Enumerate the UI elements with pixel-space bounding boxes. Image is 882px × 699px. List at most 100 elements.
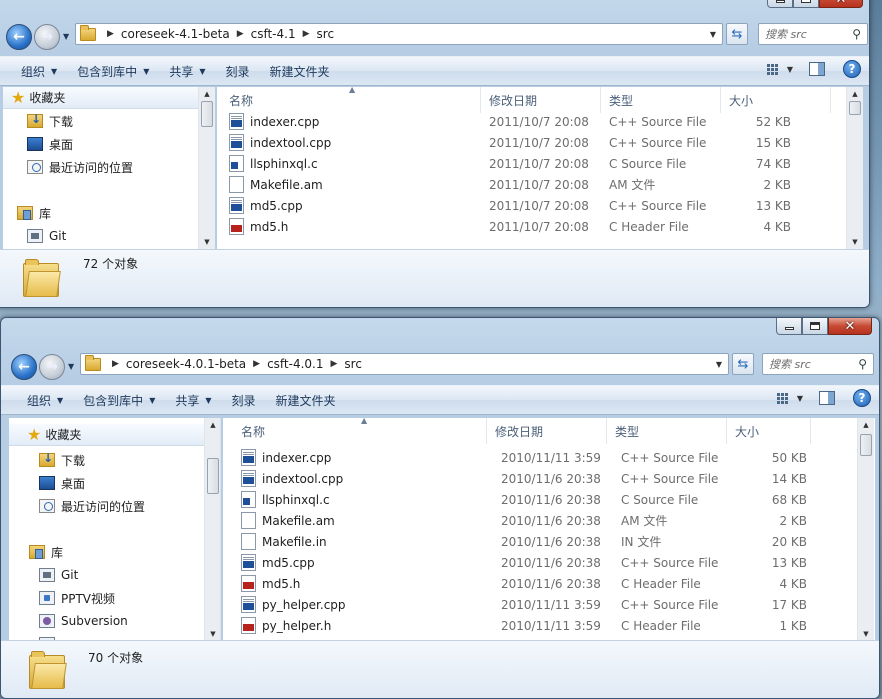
column-header-date[interactable]: 修改日期 <box>481 87 601 113</box>
file-row[interactable]: indextool.cpp 2010/11/6 20:38 C++ Source F… <box>223 468 843 489</box>
breadcrumb-separator[interactable]: ▶ <box>331 359 338 369</box>
column-header-name[interactable]: 名称 <box>223 418 487 444</box>
scroll-down-arrow[interactable]: ▼ <box>847 235 863 249</box>
address-bar[interactable]: ▶ coreseek-4.1-beta ▶ csft-4.1 ▶ src ▼ <box>75 23 723 45</box>
nav-scrollbar[interactable]: ▲ ▼ <box>204 418 220 641</box>
file-name[interactable]: md5.h <box>241 575 300 592</box>
file-row[interactable]: Makefile.am 2011/10/7 20:08 AM 文件 2 KB <box>217 174 837 195</box>
file-name[interactable]: md5.cpp <box>241 554 315 571</box>
close-button[interactable]: ✕ <box>819 0 863 8</box>
organize-menu[interactable]: 组织 ▼ <box>11 63 67 80</box>
file-name[interactable]: llsphinxql.c <box>241 491 330 508</box>
column-header-date[interactable]: 修改日期 <box>487 418 607 444</box>
change-view-icon[interactable] <box>766 63 781 75</box>
file-row[interactable]: md5.cpp 2011/10/7 20:08 C++ Source File 13 … <box>217 195 837 216</box>
help-icon[interactable]: ? <box>853 389 871 407</box>
file-scrollbar[interactable]: ▲ ▼ <box>857 418 874 641</box>
search-input[interactable]: 搜索 src ⚲ <box>758 23 868 45</box>
file-row[interactable]: indextool.cpp 2011/10/7 20:08 C++ Source F… <box>217 132 837 153</box>
nav-recent[interactable]: 最近访问的位置 <box>9 495 145 517</box>
back-button[interactable]: ← <box>6 24 32 50</box>
nav-downloads[interactable]: 下载 <box>3 110 73 132</box>
nav-desktop[interactable]: 桌面 <box>9 472 85 494</box>
file-row[interactable]: md5.cpp 2010/11/6 20:38 C++ Source File 13 … <box>223 552 843 573</box>
breadcrumb-separator[interactable]: ▶ <box>303 29 310 39</box>
recent-pages-dropdown[interactable]: ▼ <box>68 362 74 371</box>
new-folder-button[interactable]: 新建文件夹 <box>266 392 346 409</box>
address-bar[interactable]: ▶ coreseek-4.0.1-beta ▶ csft-4.0.1 ▶ src… <box>80 353 729 375</box>
new-folder-button[interactable]: 新建文件夹 <box>260 63 340 80</box>
change-view-icon[interactable] <box>776 392 791 404</box>
minimize-button[interactable] <box>767 0 793 8</box>
breadcrumb-item[interactable]: csft-4.0.1 <box>267 357 323 371</box>
burn-button[interactable]: 刻录 <box>222 392 266 409</box>
recent-pages-dropdown[interactable]: ▼ <box>63 32 69 41</box>
scrollbar-thumb[interactable] <box>207 458 219 494</box>
file-name[interactable]: Makefile.am <box>229 176 323 193</box>
nav-scrollbar[interactable]: ▲ ▼ <box>198 87 215 249</box>
address-dropdown[interactable]: ▼ <box>704 30 722 39</box>
file-name[interactable]: indexer.cpp <box>229 113 319 130</box>
nav-libraries[interactable]: 库 <box>3 202 51 224</box>
nav-git[interactable]: Git <box>3 225 66 247</box>
breadcrumb-separator[interactable]: ▶ <box>112 359 119 369</box>
breadcrumb-item[interactable]: coreseek-4.0.1-beta <box>126 357 246 371</box>
nav-pptv[interactable]: PPTV视频 <box>9 587 115 609</box>
organize-menu[interactable]: 组织 ▼ <box>17 392 73 409</box>
file-row[interactable]: Makefile.in 2010/11/6 20:38 IN 文件 20 KB <box>223 531 843 552</box>
nav-git[interactable]: Git <box>9 564 78 586</box>
title-bar[interactable]: ✕ <box>1 318 879 338</box>
file-row[interactable]: llsphinxql.c 2010/11/6 20:38 C Source File… <box>223 489 843 510</box>
file-row[interactable]: indexer.cpp 2010/11/11 3:59 C++ Source Fil… <box>223 447 843 468</box>
file-row[interactable]: indexer.cpp 2011/10/7 20:08 C++ Source Fil… <box>217 111 837 132</box>
file-name[interactable]: indextool.cpp <box>229 134 331 151</box>
nav-downloads[interactable]: 下载 <box>9 449 85 471</box>
file-row[interactable]: md5.h 2011/10/7 20:08 C Header File 4 KB <box>217 216 837 237</box>
scroll-down-arrow[interactable]: ▼ <box>205 627 220 641</box>
nav-desktop[interactable]: 桌面 <box>3 133 73 155</box>
burn-button[interactable]: 刻录 <box>216 63 260 80</box>
help-icon[interactable]: ? <box>843 60 861 78</box>
forward-button[interactable]: → <box>39 354 65 380</box>
file-name[interactable]: py_helper.cpp <box>241 596 346 613</box>
search-input[interactable]: 搜索 src ⚲ <box>762 353 874 375</box>
file-name[interactable]: llsphinxql.c <box>229 155 318 172</box>
file-name[interactable]: md5.cpp <box>229 197 303 214</box>
column-header-size[interactable]: 大小 <box>727 418 811 444</box>
breadcrumb-separator[interactable]: ▶ <box>107 29 114 39</box>
breadcrumb-item[interactable]: src <box>317 27 335 41</box>
file-name[interactable]: indexer.cpp <box>241 449 331 466</box>
nav-libraries[interactable]: 库 <box>9 541 63 563</box>
breadcrumb-separator[interactable]: ▶ <box>253 359 260 369</box>
scroll-up-arrow[interactable]: ▲ <box>205 418 220 432</box>
search-icon[interactable]: ⚲ <box>852 27 861 41</box>
breadcrumb-item[interactable]: coreseek-4.1-beta <box>121 27 230 41</box>
file-row[interactable]: py_helper.h 2010/11/11 3:59 C Header File 1… <box>223 615 843 636</box>
column-header-type[interactable]: 类型 <box>607 418 727 444</box>
breadcrumb-separator[interactable]: ▶ <box>237 29 244 39</box>
close-button[interactable]: ✕ <box>828 318 872 335</box>
include-in-library-menu[interactable]: 包含到库中 ▼ <box>67 63 159 80</box>
preview-pane-icon[interactable] <box>809 62 825 76</box>
nav-subversion[interactable]: Subversion <box>9 610 128 632</box>
breadcrumb-item[interactable]: csft-4.1 <box>251 27 296 41</box>
scroll-up-arrow[interactable]: ▲ <box>847 87 863 101</box>
column-header-type[interactable]: 类型 <box>601 87 721 113</box>
nav-recent[interactable]: 最近访问的位置 <box>3 156 133 178</box>
chevron-down-icon[interactable]: ▼ <box>797 394 803 403</box>
scroll-up-arrow[interactable]: ▲ <box>858 418 874 432</box>
scroll-down-arrow[interactable]: ▼ <box>199 235 215 249</box>
scrollbar-thumb[interactable] <box>860 434 872 456</box>
preview-pane-icon[interactable] <box>819 391 835 405</box>
column-header-size[interactable]: 大小 <box>721 87 831 113</box>
file-row[interactable]: Makefile.am 2010/11/6 20:38 AM 文件 2 KB <box>223 510 843 531</box>
maximize-button[interactable] <box>802 318 828 335</box>
file-row[interactable]: md5.h 2010/11/6 20:38 C Header File 4 KB <box>223 573 843 594</box>
file-name[interactable]: py_helper.h <box>241 617 331 634</box>
file-row[interactable]: py_helper.cpp 2010/11/11 3:59 C++ Source F… <box>223 594 843 615</box>
breadcrumb-item[interactable]: src <box>344 357 362 371</box>
minimize-button[interactable] <box>776 318 802 335</box>
file-row[interactable]: llsphinxql.c 2011/10/7 20:08 C Source File… <box>217 153 837 174</box>
chevron-down-icon[interactable]: ▼ <box>787 65 793 74</box>
file-name[interactable]: indextool.cpp <box>241 470 343 487</box>
